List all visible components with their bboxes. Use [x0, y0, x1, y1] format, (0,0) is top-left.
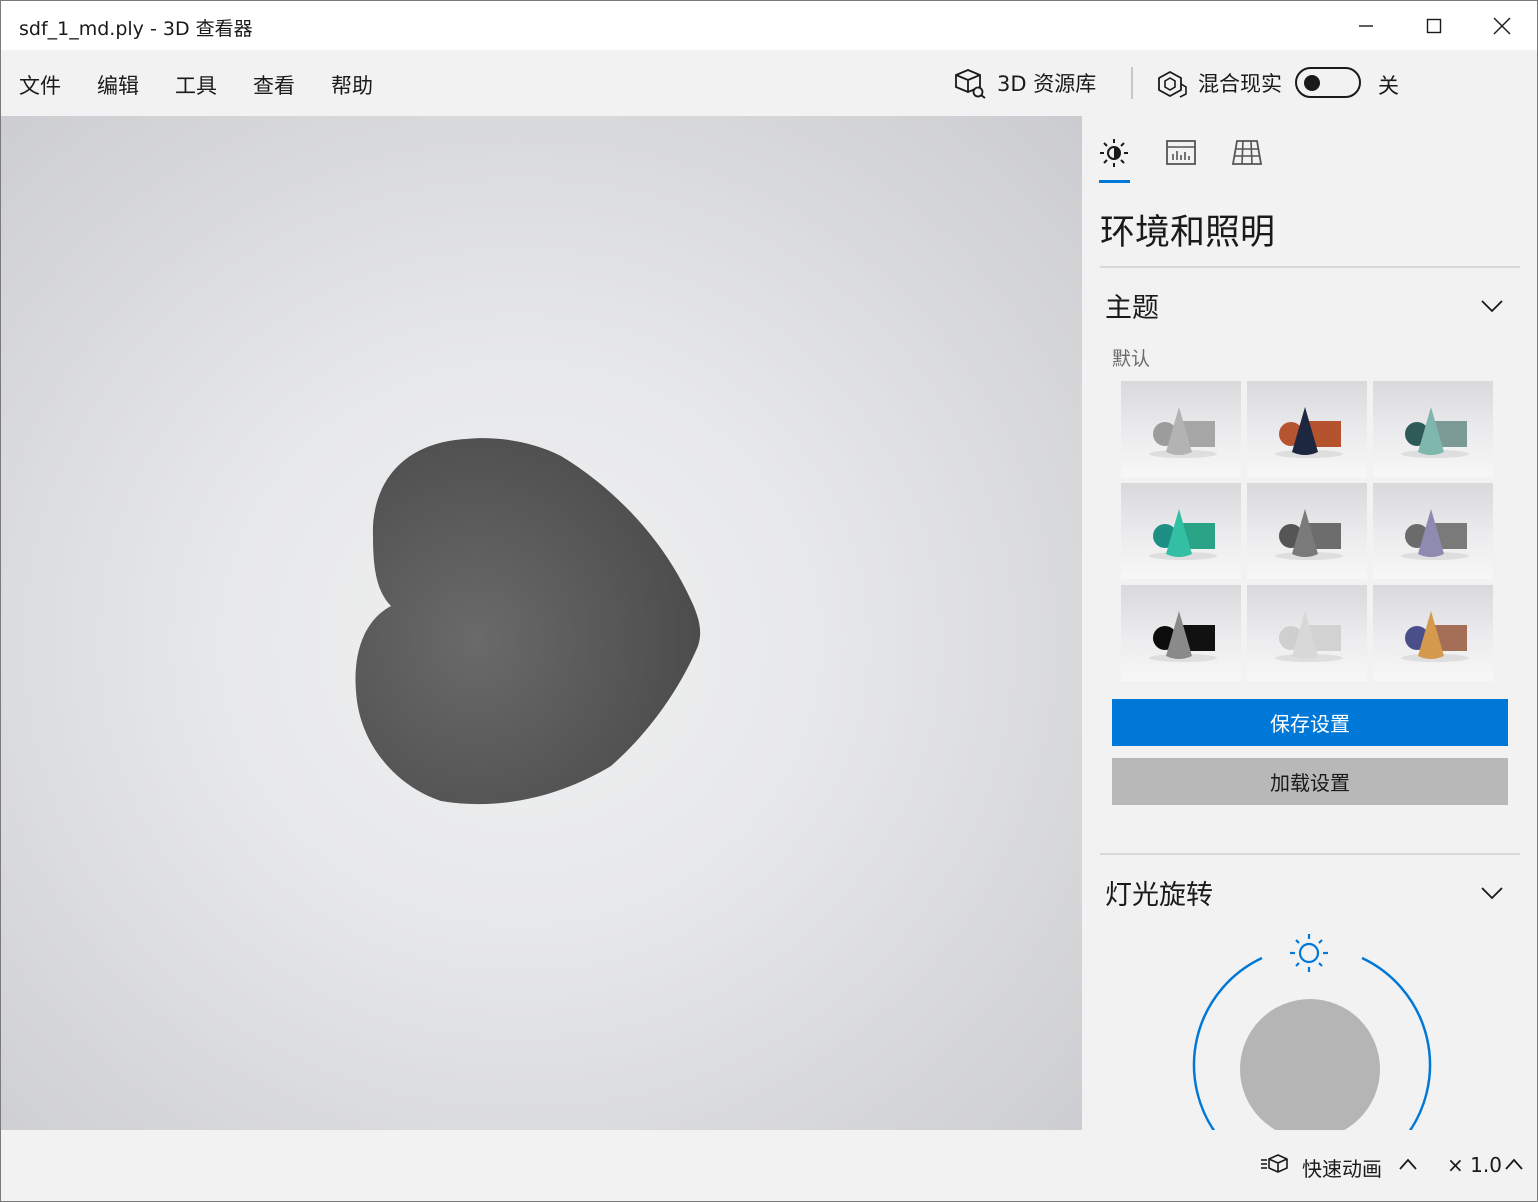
maximize-icon — [1426, 18, 1442, 33]
load-settings-button[interactable]: 加载设置 — [1112, 758, 1508, 805]
heart-model[interactable] — [1, 116, 1082, 1130]
minimize-icon — [1359, 24, 1373, 27]
menu-file[interactable]: 文件 — [19, 70, 61, 100]
theme-preview-shapes — [1401, 611, 1469, 662]
light-section-title[interactable]: 灯光旋转 — [1105, 873, 1213, 912]
light-chevron-down-icon[interactable] — [1480, 881, 1504, 905]
window-title: sdf_1_md.ply - 3D 查看器 — [19, 18, 253, 40]
stats-tab-icon[interactable] — [1164, 136, 1198, 168]
status-bar: 快速动画 × 1.0 — [1, 1130, 1537, 1201]
theme-thumbnail-2[interactable] — [1247, 381, 1367, 477]
theme-thumbnail-8[interactable] — [1247, 585, 1367, 681]
menu-help[interactable]: 帮助 — [331, 70, 373, 100]
close-button[interactable] — [1468, 1, 1536, 50]
theme-thumbnail-7[interactable] — [1121, 585, 1241, 681]
theme-preview-shapes — [1275, 407, 1343, 458]
theme-section-title[interactable]: 主题 — [1105, 286, 1159, 325]
theme-chevron-down-icon[interactable] — [1480, 294, 1504, 318]
panel-title: 环境和照明 — [1100, 213, 1276, 253]
heart-shape — [355, 438, 701, 805]
maximize-button[interactable] — [1400, 1, 1468, 50]
menu-view[interactable]: 查看 — [253, 70, 295, 100]
speed-chevron-up-icon[interactable] — [1504, 1156, 1524, 1172]
theme-preview-shapes — [1401, 509, 1469, 560]
mixed-reality-state: 关 — [1378, 74, 1399, 98]
theme-preview-shapes — [1149, 407, 1217, 458]
theme-preview-shapes — [1149, 509, 1217, 560]
library-label: 3D 资源库 — [997, 72, 1097, 96]
theme-preview-shapes — [1275, 509, 1343, 560]
menu-edit[interactable]: 编辑 — [97, 70, 139, 100]
theme-thumbnail-3[interactable] — [1373, 381, 1493, 477]
mixed-reality-button[interactable]: 混合现实 — [1156, 64, 1282, 102]
mixed-reality-toggle[interactable] — [1295, 67, 1361, 98]
theme-thumbnail-9[interactable] — [1373, 585, 1493, 681]
light-rotation-dial[interactable] — [1182, 931, 1442, 1130]
app-window: sdf_1_md.ply - 3D 查看器 文件 编辑 工具 查看 帮助 3D … — [0, 0, 1538, 1202]
active-tab-indicator — [1099, 180, 1130, 183]
save-settings-button[interactable]: 保存设置 — [1112, 699, 1508, 746]
library-cube-icon — [955, 69, 986, 99]
light-divider — [1100, 853, 1520, 855]
theme-thumbnail-5[interactable] — [1247, 483, 1367, 579]
theme-preview-shapes — [1149, 611, 1217, 662]
theme-grid — [1121, 381, 1493, 681]
theme-preview-shapes — [1275, 611, 1343, 662]
theme-default-label: 默认 — [1112, 348, 1151, 370]
theme-preview-shapes — [1401, 407, 1469, 458]
close-icon — [1493, 17, 1511, 34]
animation-cube-icon[interactable] — [1259, 1152, 1291, 1176]
title-bar: sdf_1_md.ply - 3D 查看器 — [1, 1, 1537, 50]
toggle-knob — [1304, 75, 1320, 91]
mixed-reality-label: 混合现实 — [1198, 72, 1282, 96]
menu-bar: 文件 编辑 工具 查看 帮助 3D 资源库 混合现实 关 — [1, 50, 1537, 116]
animation-label[interactable]: 快速动画 — [1302, 1153, 1382, 1182]
mixed-reality-icon — [1158, 70, 1187, 98]
sun-handle-icon[interactable] — [1290, 934, 1328, 972]
theme-thumbnail-6[interactable] — [1373, 483, 1493, 579]
3d-viewport[interactable] — [1, 116, 1082, 1130]
environment-panel: 环境和照明 主题 默认 保存设置 加载设置 灯光旋转 — [1082, 116, 1537, 1130]
animation-chevron-up-icon[interactable] — [1398, 1156, 1418, 1172]
speed-label[interactable]: × 1.0 — [1447, 1153, 1502, 1177]
dial-sphere — [1240, 999, 1380, 1130]
minimize-button[interactable] — [1332, 1, 1400, 50]
menu-divider — [1131, 67, 1133, 99]
title-divider — [1100, 266, 1520, 268]
menu-tools[interactable]: 工具 — [175, 70, 217, 100]
theme-thumbnail-4[interactable] — [1121, 483, 1241, 579]
theme-thumbnail-1[interactable] — [1121, 381, 1241, 477]
grid-tab-icon[interactable] — [1230, 136, 1264, 168]
lighting-tab-icon[interactable] — [1098, 136, 1132, 168]
library-button[interactable]: 3D 资源库 — [953, 64, 1096, 102]
